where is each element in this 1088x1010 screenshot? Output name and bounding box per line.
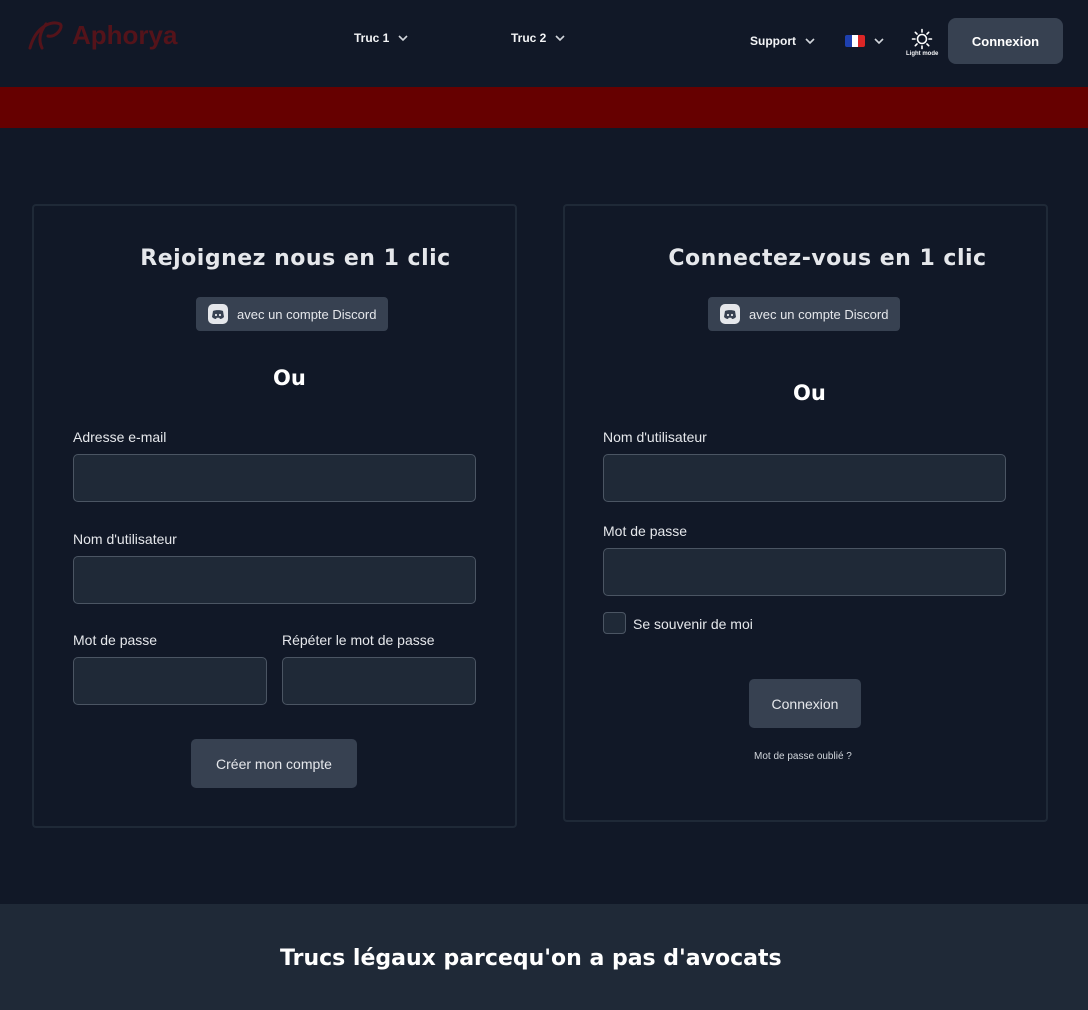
- login-discord-button[interactable]: avec un compte Discord: [708, 297, 901, 331]
- signup-discord-label: avec un compte Discord: [237, 306, 377, 322]
- login-discord-label: avec un compte Discord: [749, 306, 889, 322]
- brand-name: Aphorya: [72, 19, 178, 50]
- login-password-label: Mot de passe: [603, 523, 688, 539]
- nav-support[interactable]: Support: [750, 34, 816, 48]
- discord-icon: [720, 304, 740, 324]
- login-submit-button[interactable]: Connexion: [749, 679, 861, 728]
- nav-truc-2-label: Truc 2: [511, 31, 547, 45]
- header-login-button[interactable]: Connexion: [948, 18, 1063, 64]
- login-card: Connectez-vous en 1 clic avec un compte …: [563, 204, 1048, 822]
- footer-legal-title: Trucs légaux parcequ'on a pas d'avocats: [280, 946, 782, 971]
- repeat-password-label: Répéter le mot de passe: [282, 632, 435, 648]
- chevron-down-icon: [805, 38, 815, 45]
- french-flag-icon: [845, 35, 865, 47]
- top-navbar: Aphorya Truc 1 Truc 2 Support Light mode: [0, 0, 1088, 82]
- create-account-button[interactable]: Créer mon compte: [191, 739, 357, 788]
- signup-password-label: Mot de passe: [73, 632, 158, 648]
- brand-logo[interactable]: Aphorya: [26, 18, 177, 52]
- signup-or-separator: Ou: [273, 366, 306, 390]
- brand-logo-icon: [28, 21, 63, 50]
- signup-username-label: Nom d'utilisateur: [73, 531, 177, 547]
- signup-discord-button[interactable]: avec un compte Discord: [196, 297, 389, 331]
- theme-toggle[interactable]: Light mode: [906, 28, 938, 57]
- signup-password-field[interactable]: [73, 657, 267, 705]
- login-username-field[interactable]: [603, 454, 1006, 502]
- login-password-field[interactable]: [603, 548, 1006, 596]
- discord-icon: [208, 304, 228, 324]
- login-or-separator: Ou: [793, 381, 826, 405]
- email-field[interactable]: [73, 454, 476, 502]
- chevron-down-icon: [398, 35, 408, 42]
- sun-icon: [911, 28, 933, 50]
- nav-truc-2[interactable]: Truc 2: [511, 31, 566, 45]
- chevron-down-icon: [555, 35, 565, 42]
- theme-toggle-label: Light mode: [906, 51, 939, 57]
- signup-card: Rejoignez nous en 1 clic avec un compte …: [32, 204, 517, 828]
- chevron-down-icon: [874, 38, 884, 45]
- nav-support-label: Support: [750, 34, 796, 48]
- nav-truc-1[interactable]: Truc 1: [354, 31, 409, 45]
- repeat-password-field[interactable]: [282, 657, 476, 705]
- nav-truc-1-label: Truc 1: [354, 31, 390, 45]
- signup-username-field[interactable]: [73, 556, 476, 604]
- login-title: Connectez-vous en 1 clic: [668, 246, 987, 271]
- remember-me-label[interactable]: Se souvenir de moi: [633, 616, 753, 632]
- announcement-banner: [0, 87, 1088, 128]
- forgot-password-link[interactable]: Mot de passe oublié ?: [754, 751, 852, 762]
- remember-me-checkbox[interactable]: [603, 612, 626, 634]
- footer: Trucs légaux parcequ'on a pas d'avocats: [0, 904, 1088, 1010]
- email-label: Adresse e-mail: [73, 429, 167, 445]
- signup-title: Rejoignez nous en 1 clic: [140, 246, 451, 271]
- language-selector[interactable]: [845, 35, 885, 47]
- login-username-label: Nom d'utilisateur: [603, 429, 707, 445]
